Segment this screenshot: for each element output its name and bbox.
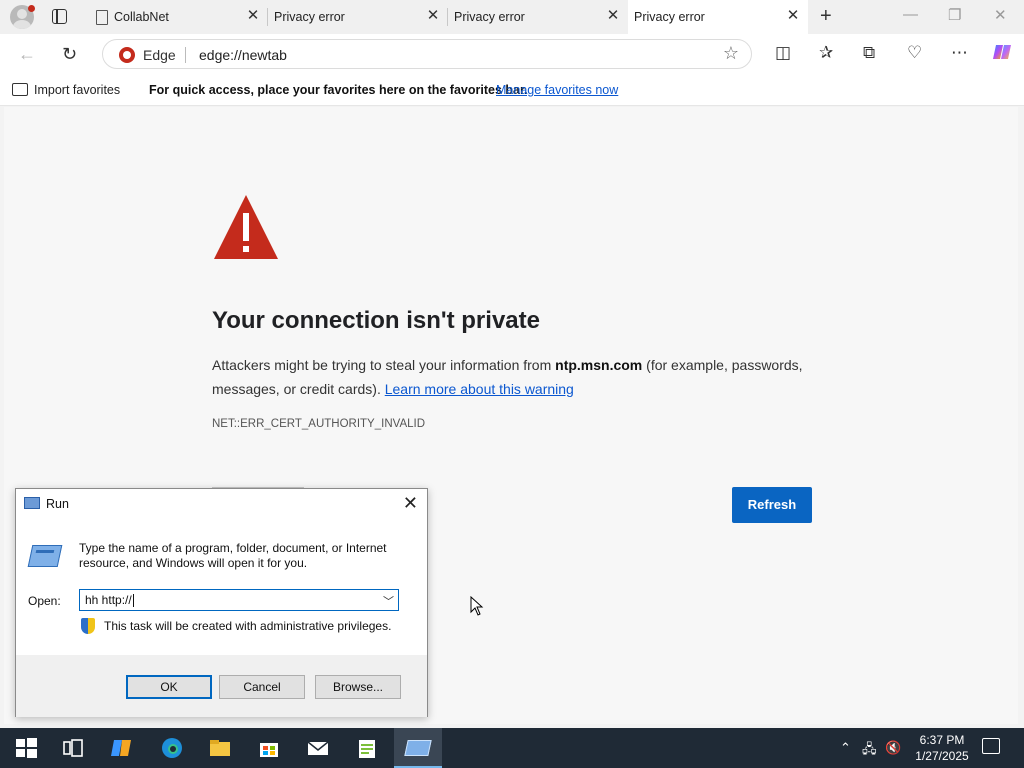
new-tab-icon[interactable]: + bbox=[820, 6, 832, 26]
edge-label: Edge bbox=[143, 47, 176, 63]
task-view-icon[interactable] bbox=[61, 736, 85, 760]
page-icon bbox=[96, 9, 108, 25]
open-input-value: hh http:// bbox=[85, 593, 132, 607]
windows-start-icon[interactable] bbox=[14, 736, 38, 760]
refresh-button[interactable]: Refresh bbox=[732, 487, 812, 523]
open-input[interactable]: hh http:// ﹀ bbox=[79, 589, 399, 611]
edge-taskbar-icon[interactable] bbox=[160, 736, 184, 760]
tab-title: Privacy error bbox=[634, 10, 705, 24]
tab-actions-icon[interactable] bbox=[52, 9, 67, 24]
favorites-icon[interactable]: ✰ bbox=[819, 43, 833, 63]
collections-icon[interactable]: ⧉ bbox=[863, 43, 875, 63]
run-description: Type the name of a program, folder, docu… bbox=[79, 541, 387, 570]
admin-message: This task will be created with administr… bbox=[104, 619, 392, 633]
minimize-icon[interactable]: — bbox=[903, 6, 918, 23]
split-screen-icon[interactable]: ◫ bbox=[775, 43, 791, 63]
copilot-icon[interactable] bbox=[992, 42, 1012, 67]
refresh-icon[interactable]: ↻ bbox=[62, 44, 77, 65]
close-tab-icon[interactable]: ✕ bbox=[246, 8, 260, 23]
show-hidden-icons-icon[interactable]: ⌃ bbox=[840, 740, 851, 756]
file-explorer-icon[interactable] bbox=[208, 736, 232, 760]
tab-privacy-error-2[interactable]: Privacy error ✕ bbox=[448, 0, 628, 34]
url-text[interactable]: edge://newtab bbox=[199, 47, 287, 63]
clock-date: 1/27/2025 bbox=[915, 749, 969, 763]
run-icon bbox=[24, 497, 40, 509]
tab-title: Privacy error bbox=[454, 10, 525, 24]
edge-logo-icon bbox=[119, 47, 135, 63]
chevron-down-icon[interactable]: ﹀ bbox=[383, 593, 394, 609]
manage-favorites-link[interactable]: Manage favorites now bbox=[496, 83, 618, 97]
taskbar: ⌃ 🖧 🔇 6:37 PM 1/27/2025 bbox=[0, 728, 1024, 768]
browse-button[interactable]: Browse... bbox=[315, 675, 401, 699]
tab-privacy-error-1[interactable]: Privacy error ✕ bbox=[268, 0, 448, 34]
restore-icon[interactable]: ❐ bbox=[948, 6, 961, 24]
browser-essentials-icon[interactable]: ♡ bbox=[907, 43, 922, 63]
ok-button[interactable]: OK bbox=[126, 675, 212, 699]
favorites-bar-message: For quick access, place your favorites h… bbox=[149, 83, 528, 97]
close-tab-icon[interactable]: ✕ bbox=[786, 8, 800, 23]
store-icon[interactable] bbox=[257, 736, 281, 760]
tab-privacy-error-3[interactable]: Privacy error ✕ bbox=[628, 0, 808, 34]
back-icon[interactable]: ← bbox=[18, 44, 36, 65]
error-code: NET::ERR_CERT_AUTHORITY_INVALID bbox=[212, 418, 426, 430]
close-tab-icon[interactable]: ✕ bbox=[426, 8, 440, 23]
favorite-star-icon[interactable]: ☆ bbox=[723, 43, 739, 64]
run-program-icon bbox=[27, 545, 63, 567]
import-favorites-icon[interactable] bbox=[12, 83, 28, 96]
dialog-title: Run bbox=[46, 497, 69, 511]
notepad-plus-icon[interactable] bbox=[355, 736, 379, 760]
run-titlebar[interactable]: Run ✕ bbox=[16, 489, 427, 519]
notification-center-icon[interactable] bbox=[982, 738, 1000, 754]
close-icon[interactable]: ✕ bbox=[403, 493, 418, 514]
tab-strip: CollabNet ✕ Privacy error ✕ Privacy erro… bbox=[0, 0, 1024, 34]
warning-icon bbox=[214, 195, 278, 259]
run-dialog: Run ✕ Type the name of a program, folder… bbox=[15, 488, 428, 717]
close-tab-icon[interactable]: ✕ bbox=[606, 8, 620, 23]
page-title: Your connection isn't private bbox=[212, 307, 540, 334]
tab-title: Privacy error bbox=[274, 10, 345, 24]
dialog-footer: OK Cancel Browse... bbox=[16, 655, 427, 717]
learn-more-link[interactable]: Learn more about this warning bbox=[385, 381, 574, 397]
clock[interactable]: 6:37 PM 1/27/2025 bbox=[912, 732, 972, 764]
mouse-cursor-icon bbox=[470, 596, 484, 616]
host-name: ntp.msn.com bbox=[555, 357, 643, 373]
import-favorites-button[interactable]: Import favorites bbox=[34, 83, 120, 97]
volume-muted-icon[interactable]: 🔇 bbox=[885, 740, 901, 756]
cancel-button[interactable]: Cancel bbox=[219, 675, 305, 699]
browser-toolbar: ← ↻ Edge edge://newtab ☆ ◫ ✰ ⧉ ♡ ⋯ bbox=[0, 34, 1024, 74]
open-label: Open: bbox=[28, 594, 61, 608]
tab-collabnet[interactable]: CollabNet ✕ bbox=[88, 0, 268, 34]
favorites-bar: Import favorites For quick access, place… bbox=[0, 74, 1024, 106]
tab-title: CollabNet bbox=[114, 10, 169, 24]
clock-time: 6:37 PM bbox=[919, 733, 965, 747]
address-bar[interactable]: Edge edge://newtab ☆ bbox=[102, 39, 752, 69]
mail-icon[interactable] bbox=[306, 736, 330, 760]
uac-shield-icon bbox=[81, 618, 95, 634]
profile-notification-dot bbox=[28, 5, 35, 12]
copilot-taskbar-icon[interactable] bbox=[110, 736, 134, 760]
network-icon[interactable]: 🖧 bbox=[862, 740, 877, 762]
error-description: Attackers might be trying to steal your … bbox=[212, 357, 803, 397]
close-window-icon[interactable]: ✕ bbox=[994, 6, 1007, 24]
run-taskbar-button[interactable] bbox=[394, 728, 442, 768]
more-options-icon[interactable]: ⋯ bbox=[951, 43, 968, 63]
